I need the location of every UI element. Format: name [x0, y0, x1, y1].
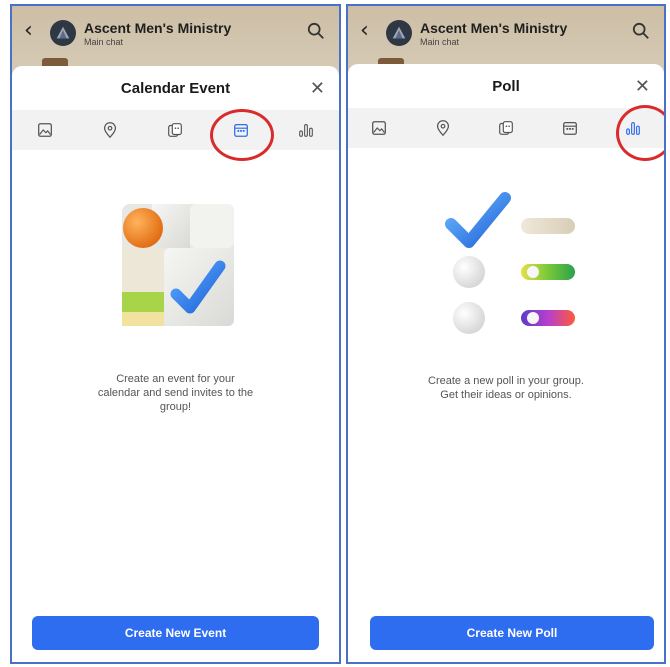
highlight-circle	[616, 105, 664, 161]
tab-image[interactable]	[362, 111, 396, 145]
chat-subtitle: Main chat	[420, 37, 460, 47]
mountain-logo-icon	[392, 26, 406, 39]
poll-screen: ‹ Ascent Men's Ministry Main chat Poll ✕	[346, 4, 666, 664]
calendar-illustration	[121, 204, 234, 326]
back-icon[interactable]: ‹	[24, 20, 33, 42]
search-icon[interactable]	[632, 22, 650, 40]
close-icon[interactable]: ✕	[310, 80, 325, 98]
group-avatar[interactable]	[386, 20, 412, 46]
chat-title: Ascent Men's Ministry	[84, 20, 232, 36]
highlight-circle	[210, 109, 274, 161]
bottom-sheet: Poll ✕ Create a new poll in your group. …	[348, 64, 664, 662]
image-icon	[37, 123, 52, 137]
chat-title: Ascent Men's Ministry	[420, 20, 568, 36]
calendar-icon	[562, 121, 577, 135]
tab-sticker[interactable]	[489, 111, 523, 145]
create-event-button[interactable]: Create New Event	[32, 616, 319, 650]
mountain-logo-icon	[56, 26, 70, 39]
poll-illustration	[445, 192, 575, 334]
tab-location[interactable]	[93, 113, 127, 147]
search-icon[interactable]	[307, 22, 325, 40]
tab-poll[interactable]	[289, 113, 323, 147]
poll-icon	[299, 124, 314, 137]
sheet-title: Calendar Event	[120, 80, 231, 97]
sheet-description: Create a new poll in your group. Get the…	[428, 375, 584, 401]
close-icon[interactable]: ✕	[635, 78, 650, 96]
location-pin-icon	[436, 120, 449, 137]
tab-location[interactable]	[426, 111, 460, 145]
chat-subtitle: Main chat	[84, 37, 124, 47]
image-icon	[372, 121, 386, 135]
chat-header: ‹ Ascent Men's Ministry Main chat	[348, 6, 664, 58]
sticker-icon	[499, 121, 513, 135]
create-poll-button[interactable]: Create New Poll	[370, 616, 654, 650]
tab-calendar[interactable]	[553, 111, 587, 145]
attachment-tabs	[12, 110, 339, 150]
calendar-event-screen: ‹ Ascent Men's Ministry Main chat Calend…	[10, 4, 341, 664]
tab-image[interactable]	[28, 113, 62, 147]
sticker-icon	[168, 123, 183, 137]
group-avatar[interactable]	[50, 20, 76, 46]
sheet-title: Poll	[492, 78, 520, 95]
back-icon[interactable]: ‹	[360, 20, 369, 42]
bottom-sheet: Calendar Event ✕ Create an event for you…	[12, 66, 339, 662]
sheet-description: Create an event for your calendar and se…	[97, 373, 254, 413]
tab-sticker[interactable]	[158, 113, 192, 147]
chat-header: ‹ Ascent Men's Ministry Main chat	[12, 6, 339, 58]
location-pin-icon	[104, 122, 117, 139]
